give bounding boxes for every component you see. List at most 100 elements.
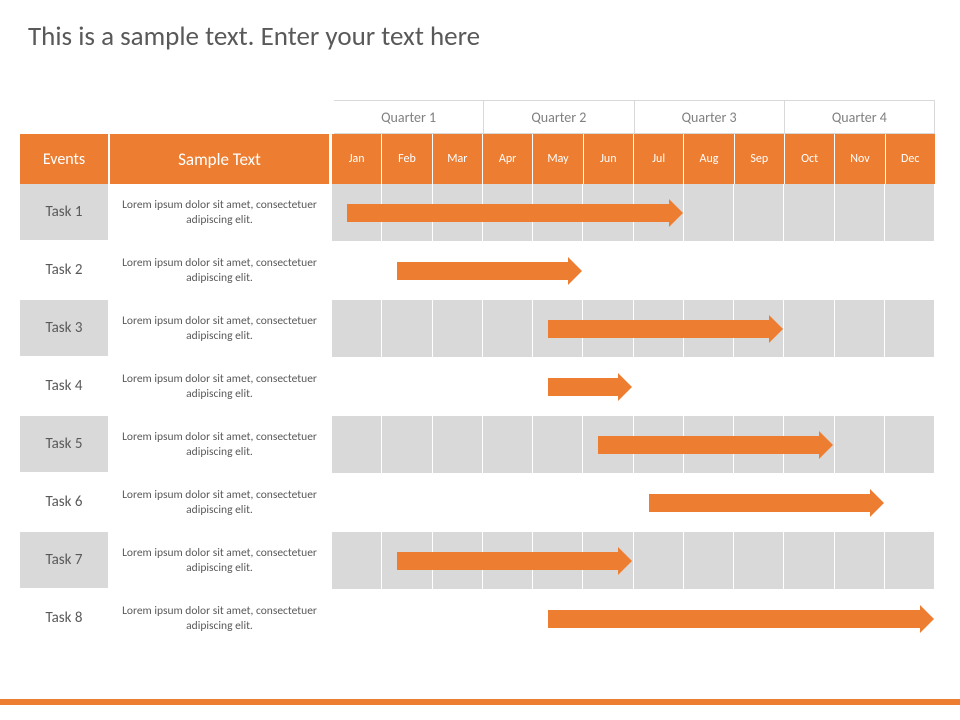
grid-cell (483, 474, 533, 532)
gantt-bar-arrow-icon (548, 610, 920, 628)
grid-cell (332, 416, 382, 474)
gantt-row: Task 7Lorem ipsum dolor sit amet, consec… (20, 532, 935, 590)
grid-cell (433, 474, 483, 532)
task-description: Lorem ipsum dolor sit amet, consectetuer… (110, 474, 332, 532)
grid-cell (634, 242, 684, 300)
month-header: Nov (835, 134, 885, 184)
column-header-row: Events Sample Text Jan Feb Mar Apr May J… (20, 134, 935, 184)
task-name: Task 5 (20, 416, 110, 474)
grid-cell (483, 590, 533, 648)
gantt-grid (332, 184, 935, 242)
month-header: Feb (382, 134, 432, 184)
grid-cell (885, 184, 935, 242)
quarter-cell: Quarter 4 (785, 100, 935, 134)
grid-cell (684, 242, 734, 300)
grid-cell (332, 474, 382, 532)
grid-cell (885, 532, 935, 590)
grid-cell (835, 184, 885, 242)
month-header: Apr (483, 134, 533, 184)
grid-cell (634, 358, 684, 416)
grid-cell (433, 590, 483, 648)
gantt-row: Task 1Lorem ipsum dolor sit amet, consec… (20, 184, 935, 242)
grid-cell (433, 300, 483, 358)
month-header: May (533, 134, 583, 184)
grid-cell (734, 358, 784, 416)
gantt-row: Task 4Lorem ipsum dolor sit amet, consec… (20, 358, 935, 416)
grid-cell (885, 416, 935, 474)
task-description: Lorem ipsum dolor sit amet, consectetuer… (110, 532, 332, 590)
gantt-row: Task 3Lorem ipsum dolor sit amet, consec… (20, 300, 935, 358)
grid-cell (784, 532, 834, 590)
grid-cell (332, 242, 382, 300)
grid-cell (332, 358, 382, 416)
grid-cell (332, 532, 382, 590)
gantt-row: Task 8Lorem ipsum dolor sit amet, consec… (20, 590, 935, 648)
task-description: Lorem ipsum dolor sit amet, consectetuer… (110, 300, 332, 358)
gantt-row: Task 5Lorem ipsum dolor sit amet, consec… (20, 416, 935, 474)
month-header: Mar (433, 134, 483, 184)
grid-cell (734, 532, 784, 590)
grid-cell (684, 184, 734, 242)
grid-cell (784, 358, 834, 416)
quarter-cell: Quarter 2 (484, 100, 634, 134)
grid-cell (382, 358, 432, 416)
task-description: Lorem ipsum dolor sit amet, consectetuer… (110, 184, 332, 242)
quarter-header-row: Quarter 1 Quarter 2 Quarter 3 Quarter 4 (20, 100, 935, 134)
grid-cell (684, 532, 734, 590)
month-header: Sep (735, 134, 785, 184)
events-header: Events (20, 134, 110, 184)
grid-cell (382, 300, 432, 358)
quarter-cell: Quarter 3 (635, 100, 785, 134)
month-header: Dec (886, 134, 935, 184)
task-name: Task 8 (20, 590, 110, 648)
grid-cell (835, 300, 885, 358)
gantt-chart: Quarter 1 Quarter 2 Quarter 3 Quarter 4 … (20, 100, 935, 648)
task-description: Lorem ipsum dolor sit amet, consectetuer… (110, 358, 332, 416)
slide-title: This is a sample text. Enter your text h… (0, 0, 960, 53)
month-header: Jan (332, 134, 382, 184)
gantt-bar-arrow-icon (649, 494, 870, 512)
month-header: Oct (785, 134, 835, 184)
grid-cell (483, 416, 533, 474)
task-name: Task 4 (20, 358, 110, 416)
grid-cell (784, 184, 834, 242)
grid-cell (885, 474, 935, 532)
grid-cell (784, 242, 834, 300)
gantt-grid (332, 242, 935, 300)
grid-cell (734, 184, 784, 242)
grid-cell (835, 416, 885, 474)
task-description: Lorem ipsum dolor sit amet, consectetuer… (110, 242, 332, 300)
gantt-bar-arrow-icon (548, 378, 618, 396)
grid-cell (332, 300, 382, 358)
gantt-body: Task 1Lorem ipsum dolor sit amet, consec… (20, 184, 935, 648)
gantt-bar-arrow-icon (397, 262, 568, 280)
month-header: Aug (684, 134, 734, 184)
task-description: Lorem ipsum dolor sit amet, consectetuer… (110, 590, 332, 648)
quarter-cell: Quarter 1 (334, 100, 484, 134)
gantt-grid (332, 416, 935, 474)
gantt-grid (332, 532, 935, 590)
grid-cell (835, 358, 885, 416)
gantt-grid (332, 300, 935, 358)
month-header: Jun (584, 134, 634, 184)
grid-cell (483, 300, 533, 358)
grid-cell (382, 590, 432, 648)
grid-cell (784, 300, 834, 358)
grid-cell (433, 358, 483, 416)
gantt-row: Task 6Lorem ipsum dolor sit amet, consec… (20, 474, 935, 532)
task-name: Task 6 (20, 474, 110, 532)
grid-cell (835, 532, 885, 590)
gantt-bar-arrow-icon (598, 436, 819, 454)
task-description: Lorem ipsum dolor sit amet, consectetuer… (110, 416, 332, 474)
grid-cell (332, 590, 382, 648)
grid-cell (583, 474, 633, 532)
grid-cell (433, 416, 483, 474)
grid-cell (734, 242, 784, 300)
gantt-grid (332, 358, 935, 416)
grid-cell (684, 358, 734, 416)
gantt-bar-arrow-icon (397, 552, 618, 570)
grid-cell (382, 474, 432, 532)
task-name: Task 7 (20, 532, 110, 590)
task-name: Task 2 (20, 242, 110, 300)
gantt-bar-arrow-icon (548, 320, 769, 338)
